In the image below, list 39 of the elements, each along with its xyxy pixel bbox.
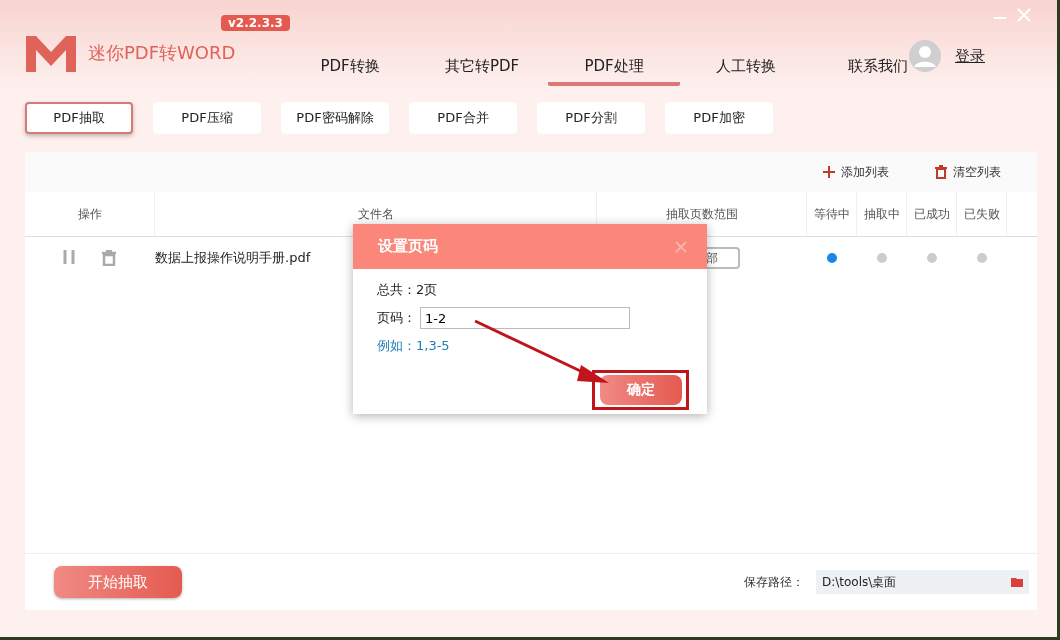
logo-icon [24,34,78,72]
nav-tab[interactable]: 联系我们 [812,51,944,86]
pause-icon[interactable] [63,250,75,264]
page-input[interactable]: 1-2 [420,307,630,329]
total-pages-text: 总共：2页 [377,281,439,299]
column-header: 操作 [25,192,155,236]
column-header: 已成功 [907,192,957,236]
version-badge: v2.2.3.3 [221,15,290,31]
nav-tab[interactable]: PDF转换 [284,51,416,86]
dialog-title: 设置页码 [378,237,438,256]
column-header: 已失败 [957,192,1007,236]
file-name: 数据上报操作说明手册.pdf [155,249,312,267]
close-icon[interactable] [1015,6,1033,24]
close-icon[interactable] [675,240,687,253]
login-link[interactable]: 登录 [955,46,985,66]
function-tab[interactable]: PDF密码解除 [281,102,389,134]
user-avatar-icon [909,40,941,72]
save-path-field[interactable]: D:\tools\桌面 [816,570,1029,594]
example-hint: 例如：1,3-5 [377,337,451,355]
add-list-button[interactable]: 添加列表 [817,162,895,182]
column-header: 抽取中 [857,192,907,236]
app-name: 迷你PDF转WORD [88,41,236,65]
function-tab[interactable]: PDF合并 [409,102,517,134]
function-tab[interactable]: PDF加密 [665,102,773,134]
clear-list-button[interactable]: 清空列表 [929,162,1007,182]
function-tab[interactable]: PDF抽取 [25,102,133,134]
page-label: 页码： [377,309,416,327]
nav-tab[interactable]: PDF处理 [548,51,680,86]
nav-tab[interactable]: 人工转换 [680,51,812,86]
column-header: 等待中 [807,192,857,236]
save-path-value: D:\tools\桌面 [822,573,897,591]
folder-icon[interactable] [1011,577,1023,587]
nav-tab[interactable]: 其它转PDF [416,51,548,86]
save-path-label: 保存路径： [744,573,804,591]
function-tab[interactable]: PDF分割 [537,102,645,134]
trash-icon [935,165,947,179]
plus-icon [823,166,835,178]
trash-icon[interactable] [101,250,117,266]
function-tab[interactable]: PDF压缩 [153,102,261,134]
